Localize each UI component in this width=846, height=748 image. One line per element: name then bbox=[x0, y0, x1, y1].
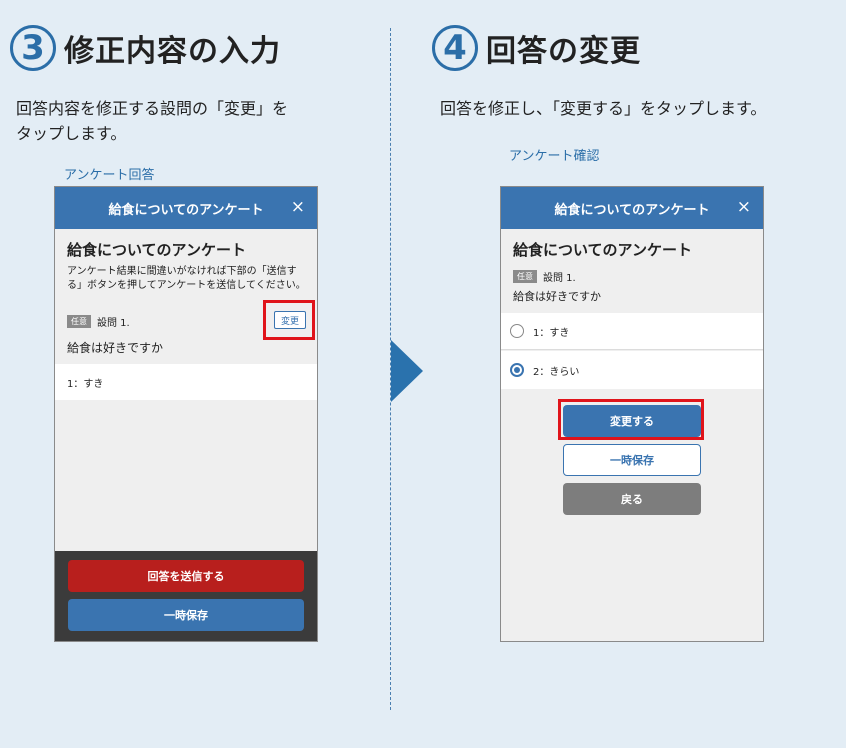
step-4-header: 4 回答の変更 bbox=[432, 25, 641, 71]
survey-title: 給食についてのアンケート bbox=[67, 241, 246, 259]
step-title: 修正内容の入力 bbox=[64, 34, 281, 69]
close-icon[interactable]: × bbox=[737, 197, 751, 217]
optional-badge: 任意 bbox=[513, 270, 537, 283]
app-header: 給食についてのアンケート × bbox=[501, 187, 763, 229]
answer-row: 1：すき bbox=[55, 364, 317, 400]
question-number: 設問 1. bbox=[543, 273, 576, 284]
option-row-1[interactable]: 1：すき bbox=[501, 313, 763, 350]
step-3-description: 回答内容を修正する設問の「変更」を タップします。 bbox=[16, 99, 289, 143]
option-label: 2：きらい bbox=[533, 366, 580, 378]
question-text: 給食は好きですか bbox=[67, 341, 164, 355]
arrow-right-icon bbox=[391, 340, 423, 402]
screen-caption: アンケート回答 bbox=[64, 168, 155, 183]
app-header-title: 給食についてのアンケート bbox=[108, 202, 264, 218]
close-icon[interactable]: × bbox=[291, 197, 305, 217]
question-text: 給食は好きですか bbox=[513, 290, 601, 303]
radio-unchecked-icon[interactable] bbox=[510, 324, 524, 338]
phone-screen-answer: 給食についてのアンケート × 給食についてのアンケート アンケート結果に間違いが… bbox=[54, 186, 318, 642]
optional-badge: 任意 bbox=[67, 315, 91, 328]
save-draft-button[interactable]: 一時保存 bbox=[563, 444, 701, 476]
question-number: 設問 1. bbox=[97, 318, 130, 329]
highlight-confirm-button bbox=[558, 399, 704, 440]
back-button[interactable]: 戻る bbox=[563, 483, 701, 515]
question-number-row: 任意 設問 1. bbox=[67, 314, 130, 329]
option-label: 1：すき bbox=[533, 327, 570, 339]
survey-note: アンケート結果に間違いがなければ下部の「送信す る」ボタンを押してアンケートを送… bbox=[67, 266, 306, 291]
step-number-badge: 3 bbox=[10, 25, 56, 71]
step-3-header: 3 修正内容の入力 bbox=[10, 25, 281, 71]
step-4-description: 回答を修正し、「変更する」をタップします。 bbox=[440, 99, 767, 118]
highlight-change-button bbox=[263, 300, 315, 340]
app-header: 給食についてのアンケート × bbox=[55, 187, 317, 229]
step-title: 回答の変更 bbox=[486, 34, 641, 69]
screen-caption: アンケート確認 bbox=[509, 149, 600, 164]
save-draft-button[interactable]: 一時保存 bbox=[68, 599, 304, 631]
question-number-row: 任意 設問 1. bbox=[513, 269, 576, 284]
survey-title: 給食についてのアンケート bbox=[513, 241, 692, 259]
step-number-badge: 4 bbox=[432, 25, 478, 71]
option-row-2[interactable]: 2：きらい bbox=[501, 351, 763, 389]
app-header-title: 給食についてのアンケート bbox=[554, 202, 710, 218]
radio-checked-icon[interactable] bbox=[510, 363, 524, 377]
submit-answer-button[interactable]: 回答を送信する bbox=[68, 560, 304, 592]
